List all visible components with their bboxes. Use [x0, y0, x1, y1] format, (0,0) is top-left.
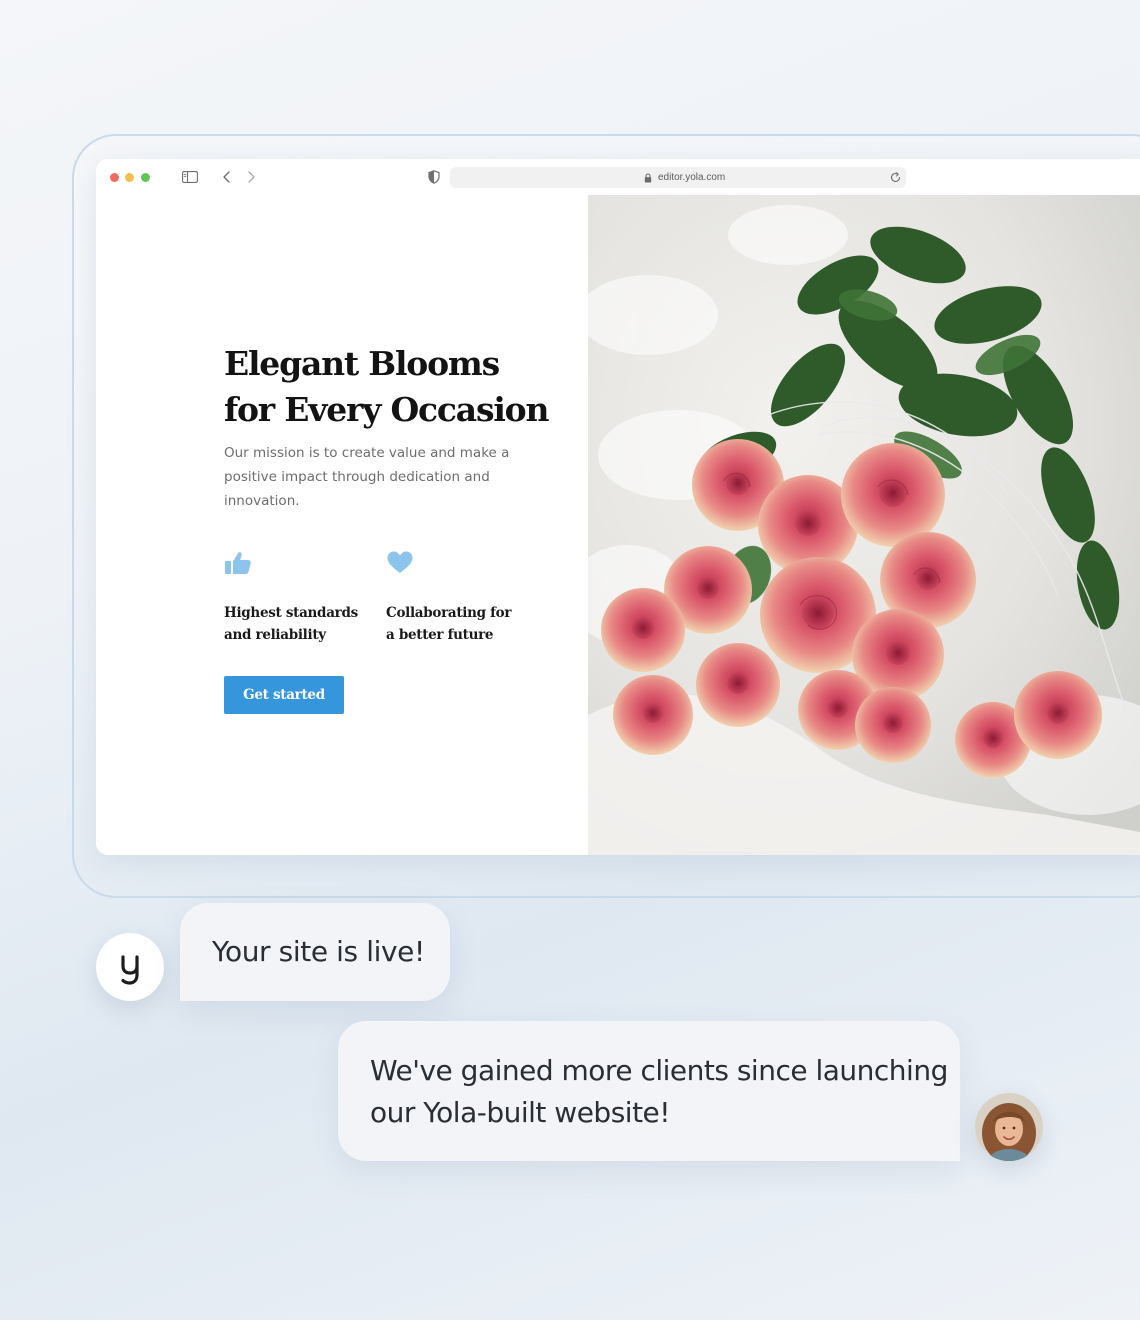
hero-title-line-2: for Every Occasion	[224, 390, 549, 429]
feature-collaboration: Collaborating for a better future	[386, 550, 546, 646]
url-text: editor.yola.com	[658, 172, 726, 183]
browser-toolbar: editor.yola.com	[96, 159, 1140, 196]
hero-title-line-1: Elegant Blooms	[224, 344, 500, 383]
hero-description: Our mission is to create value and make …	[224, 445, 510, 509]
sidebar-icon[interactable]	[182, 171, 198, 183]
close-window-button[interactable]	[110, 173, 119, 182]
heart-icon	[387, 551, 413, 573]
feature-reliability: Highest standards and reliability	[224, 550, 384, 646]
browser-window: editor.yola.com Elegant Blooms for Every…	[96, 159, 1140, 855]
user-avatar	[975, 1093, 1043, 1161]
feature-label-line-2: a better future	[386, 627, 494, 643]
yola-logo-icon	[96, 933, 164, 1001]
maximize-window-button[interactable]	[141, 173, 150, 182]
feature-label: Collaborating for a better future	[386, 602, 546, 646]
feature-label: Highest standards and reliability	[224, 602, 384, 646]
reload-icon[interactable]	[889, 171, 902, 184]
feature-label-line-1: Collaborating for	[386, 605, 512, 621]
lock-icon	[644, 173, 652, 183]
feature-label-line-2: and reliability	[224, 627, 326, 643]
shield-icon[interactable]	[428, 170, 440, 184]
user-message-line-1: We've gained more clients since launchin…	[370, 1054, 948, 1087]
user-message-line-2: our Yola-built website!	[370, 1096, 670, 1129]
stage: editor.yola.com Elegant Blooms for Every…	[0, 0, 1140, 1320]
minimize-window-button[interactable]	[125, 173, 134, 182]
user-message-text: We've gained more clients since launchin…	[370, 1050, 948, 1134]
bot-message-bubble: Your site is live!	[180, 903, 450, 1001]
chevron-right-icon[interactable]	[244, 169, 258, 185]
feature-label-line-1: Highest standards	[224, 605, 358, 621]
chevron-left-icon[interactable]	[220, 169, 234, 185]
get-started-button[interactable]: Get started	[224, 676, 344, 714]
hero-image	[588, 195, 1140, 855]
rose-bouquet-photo	[588, 195, 1140, 855]
user-avatar-photo	[975, 1093, 1043, 1161]
hero-title: Elegant Blooms for Every Occasion	[224, 341, 564, 433]
bot-message-text: Your site is live!	[212, 935, 425, 968]
thumbs-up-icon	[225, 552, 251, 574]
user-message-bubble: We've gained more clients since launchin…	[338, 1021, 960, 1161]
hero-content: Elegant Blooms for Every Occasion Our mi…	[96, 195, 588, 855]
address-bar[interactable]: editor.yola.com	[450, 167, 906, 188]
